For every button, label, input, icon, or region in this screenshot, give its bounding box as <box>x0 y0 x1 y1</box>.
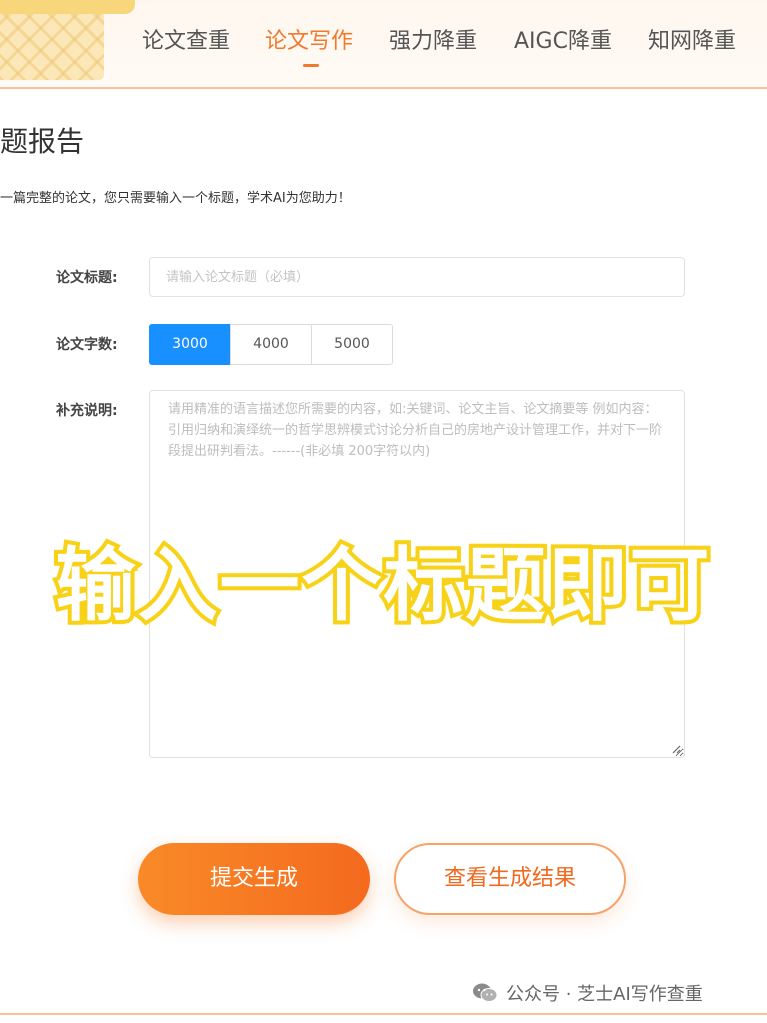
nav-item-cnki-rewrite[interactable]: 知网降重 <box>648 22 736 62</box>
overlay-caption: 输入一个标题即可 <box>52 535 714 636</box>
title-label: 论文标题: <box>56 270 118 286</box>
word-count-option-4000[interactable]: 4000 <box>230 324 312 365</box>
page-title: 题报告 <box>0 125 85 158</box>
active-tab-indicator <box>303 64 319 67</box>
view-results-button[interactable]: 查看生成结果 <box>394 843 626 915</box>
watermark: 公众号 · 芝士AI写作查重 <box>472 980 703 1006</box>
paper-title-input[interactable] <box>149 257 685 297</box>
bottom-divider <box>0 1013 767 1015</box>
main-nav: 论文查重 论文写作 强力降重 AIGC降重 知网降重 <box>0 22 767 67</box>
nav-item-paper-check[interactable]: 论文查重 <box>142 22 230 62</box>
submit-generate-button[interactable]: 提交生成 <box>138 843 370 915</box>
logo-band <box>0 0 135 14</box>
top-navigation-bar: 论文查重 论文写作 强力降重 AIGC降重 知网降重 <box>0 0 767 89</box>
word-count-selector: 3000 4000 5000 <box>149 324 393 365</box>
page-subtitle: 一篇完整的论文，您只需要输入一个标题，学术AI为您助力！ <box>0 191 351 206</box>
wechat-icon <box>473 983 498 1002</box>
word-count-label: 论文字数: <box>56 337 118 353</box>
resize-handle-icon[interactable] <box>671 744 681 754</box>
nav-item-aigc-rewrite[interactable]: AIGC降重 <box>514 22 612 62</box>
nav-item-paper-writing[interactable]: 论文写作 <box>265 22 353 62</box>
description-label: 补充说明: <box>56 403 118 419</box>
nav-item-strong-rewrite[interactable]: 强力降重 <box>389 22 477 62</box>
word-count-option-3000[interactable]: 3000 <box>149 324 231 365</box>
watermark-text: 公众号 · 芝士AI写作查重 <box>506 984 703 1005</box>
word-count-option-5000[interactable]: 5000 <box>311 324 393 365</box>
